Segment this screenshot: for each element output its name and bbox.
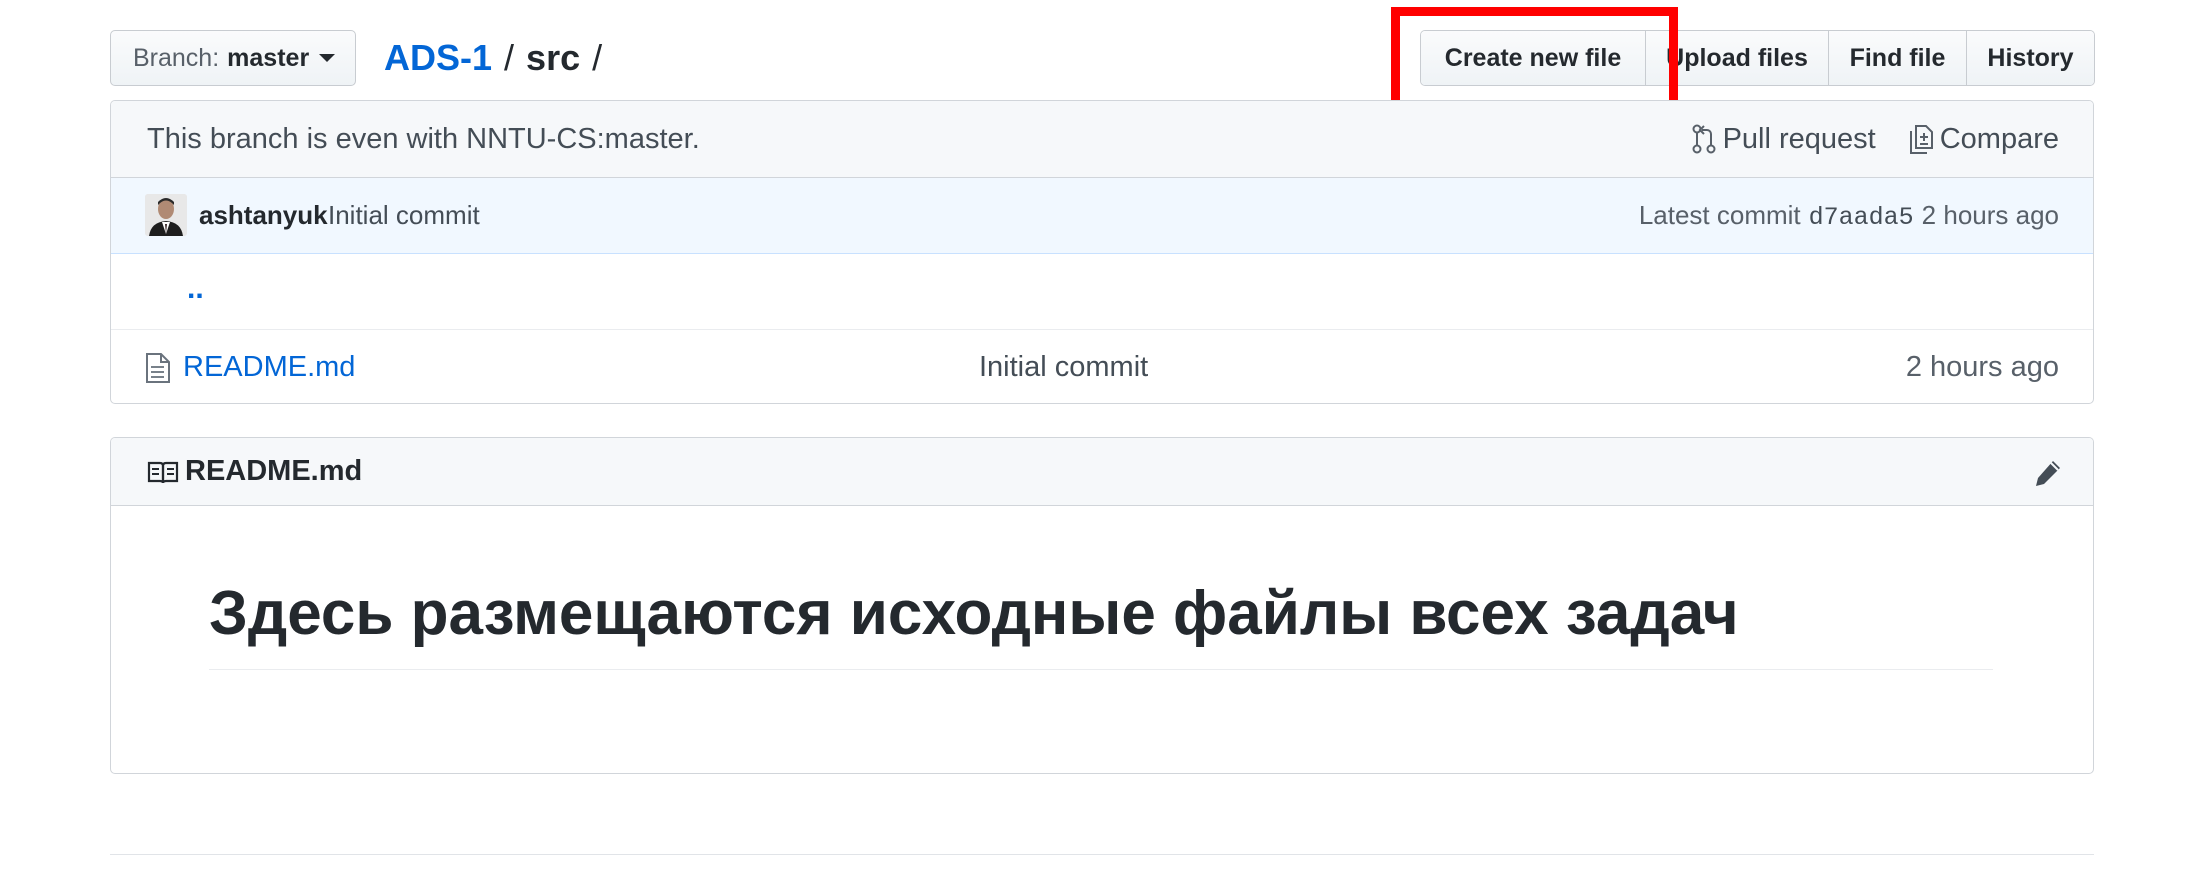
breadcrumb-repo-link[interactable]: ADS-1 <box>384 37 492 79</box>
parent-directory-row: .. <box>111 254 2093 330</box>
branch-status-message: This branch is even with NNTU-CS:master. <box>147 122 700 155</box>
branch-info-bar: This branch is even with NNTU-CS:master.… <box>111 101 2093 178</box>
commit-author[interactable]: ashtanyuk <box>199 200 328 231</box>
file-navigation-box: This branch is even with NNTU-CS:master.… <box>110 100 2094 404</box>
readme-header: README.md <box>111 438 2093 506</box>
compare-icon <box>1909 125 1933 154</box>
breadcrumb-current-dir: src <box>526 37 581 78</box>
file-name-link[interactable]: README.md <box>183 351 355 384</box>
branch-selector-button[interactable]: Branch: master <box>110 30 356 86</box>
branch-selector-prefix: Branch: <box>133 43 220 72</box>
readme-title: README.md <box>185 455 363 487</box>
readme-heading: Здесь размещаются исходные файлы всех за… <box>209 578 1993 671</box>
file-icon <box>146 353 170 383</box>
create-new-file-button[interactable]: Create new file <box>1421 31 1645 85</box>
branch-name: master <box>227 43 310 72</box>
breadcrumb-trailing-separator: / <box>592 37 603 78</box>
pull-request-icon <box>1692 124 1716 154</box>
commit-age: 2 hours ago <box>1921 199 2059 230</box>
parent-directory-link[interactable]: .. <box>187 272 204 306</box>
breadcrumb: ADS-1 / src / <box>384 36 614 80</box>
caret-down-icon <box>319 54 336 62</box>
latest-commit-bar: ashtanyuk Initial commit Latest commit d… <box>111 178 2093 254</box>
pull-request-link[interactable]: Pull request <box>1691 123 1876 156</box>
commit-message[interactable]: Initial commit <box>328 200 480 231</box>
latest-commit-label: Latest commit <box>1638 199 1801 230</box>
file-age: 2 hours ago <box>1905 351 2059 383</box>
find-file-button[interactable]: Find file <box>1828 31 1966 85</box>
branch-info-links: Pull request Compare <box>1691 123 2059 156</box>
book-icon <box>147 461 179 484</box>
pull-request-label: Pull request <box>1722 122 1876 155</box>
table-row: README.md Initial commit 2 hours ago <box>111 330 2093 403</box>
readme-box: README.md Здесь размещаются исходные фай… <box>110 437 2094 774</box>
compare-link[interactable]: Compare <box>1908 123 2059 156</box>
history-button[interactable]: History <box>1966 31 2094 85</box>
avatar[interactable] <box>145 194 187 236</box>
commit-sha-link[interactable]: d7aada5 <box>1809 203 1914 232</box>
breadcrumb-separator: / <box>504 37 515 78</box>
file-actions-group: Create new file Upload files Find file H… <box>1420 30 2095 86</box>
file-commit-message[interactable]: Initial commit <box>979 351 1148 384</box>
latest-commit-info: Latest commit d7aada5 2 hours ago <box>1639 200 2059 232</box>
compare-label: Compare <box>1939 122 2059 155</box>
upload-files-button[interactable]: Upload files <box>1645 31 1828 85</box>
pencil-icon[interactable] <box>2033 458 2063 488</box>
footer-divider <box>110 854 2094 855</box>
